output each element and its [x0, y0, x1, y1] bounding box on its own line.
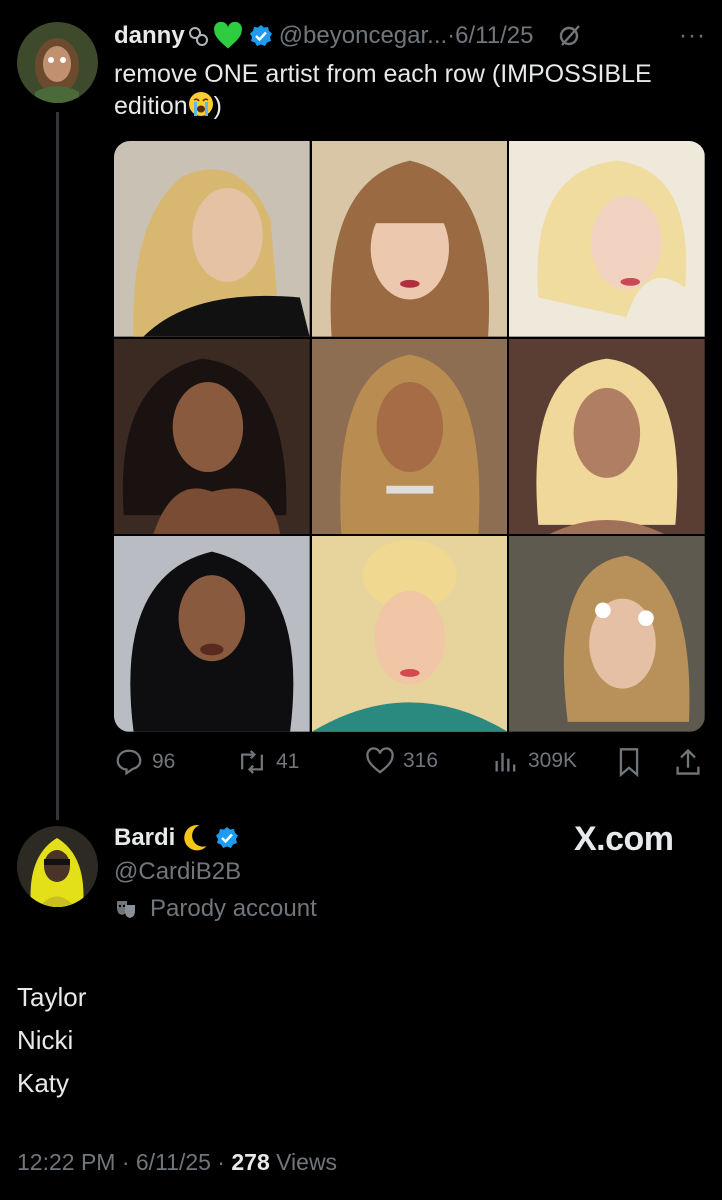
verified-badge-icon	[215, 826, 239, 850]
author-handle[interactable]: @beyoncegar...	[279, 22, 447, 50]
tweet-text-close: )	[213, 92, 222, 120]
crescent-moon-icon	[181, 823, 209, 853]
reply-header: Bardi	[114, 823, 239, 853]
reply-author-name[interactable]: Bardi	[114, 824, 175, 852]
reply-timestamp[interactable]: 12:22 PM · 6/11/25 · 278 Views	[17, 1149, 337, 1176]
reply-author-handle[interactable]: @CardiB2B	[114, 858, 241, 886]
reply-body: Taylor Nicki Katy	[17, 976, 86, 1105]
tweet-actions: 96 41 316 309K	[114, 747, 706, 781]
thread-line	[56, 112, 59, 820]
share-button[interactable]	[674, 747, 702, 777]
reply-author-avatar[interactable]	[17, 826, 98, 907]
tweet-header: danny @beyoncegar... ·6/11/25 ···	[114, 18, 706, 54]
tweet-text: remove ONE artist from each row (IMPOSSI…	[114, 58, 710, 125]
reply-time: 12:22 PM · 6/11/25 ·	[17, 1149, 232, 1175]
photo-7[interactable]	[114, 536, 310, 732]
bookmark-button[interactable]	[616, 747, 642, 777]
reply-line: Katy	[17, 1068, 70, 1098]
parody-label-text: Parody account	[150, 895, 317, 922]
reply-views-count: 278	[231, 1149, 270, 1175]
reply-line: Taylor	[17, 982, 87, 1012]
photo-5[interactable]	[311, 338, 508, 535]
loudly-crying-face-icon	[188, 91, 214, 125]
views-chart-icon	[492, 747, 520, 775]
ring-icon	[187, 25, 209, 47]
reply-line: Nicki	[17, 1025, 74, 1055]
photo-4[interactable]	[114, 338, 310, 535]
theater-masks-icon	[114, 897, 138, 921]
author-name[interactable]: danny	[114, 22, 185, 50]
media-grid[interactable]	[114, 141, 705, 732]
views-button[interactable]: 309K	[492, 747, 577, 775]
like-count: 316	[403, 749, 439, 772]
repost-icon	[236, 747, 268, 777]
reply-button[interactable]: 96	[114, 747, 175, 777]
green-heart-icon	[213, 22, 243, 50]
author-avatar[interactable]	[17, 22, 98, 103]
photo-2[interactable]	[311, 141, 508, 337]
reply-icon	[114, 747, 144, 777]
photo-9[interactable]	[509, 536, 705, 732]
reply-count: 96	[152, 750, 176, 773]
views-count: 309K	[528, 749, 578, 772]
photo-8[interactable]	[311, 536, 508, 732]
photo-1[interactable]	[114, 141, 310, 337]
verified-badge-icon	[249, 24, 273, 48]
like-button[interactable]: 316	[365, 747, 438, 775]
repost-count: 41	[276, 750, 300, 773]
more-icon[interactable]: ···	[679, 22, 706, 50]
repost-button[interactable]: 41	[236, 747, 299, 777]
xcom-watermark: X.com	[574, 820, 674, 858]
share-icon	[674, 747, 702, 777]
photo-6[interactable]	[509, 338, 705, 535]
heart-icon	[365, 747, 395, 775]
reply-views-label: Views	[269, 1149, 338, 1175]
photo-3[interactable]	[509, 141, 705, 337]
parody-label: Parody account	[114, 895, 317, 923]
bookmark-icon	[616, 747, 642, 777]
tweet-date[interactable]: ·6/11/25	[447, 22, 533, 50]
grok-icon[interactable]	[557, 23, 583, 49]
